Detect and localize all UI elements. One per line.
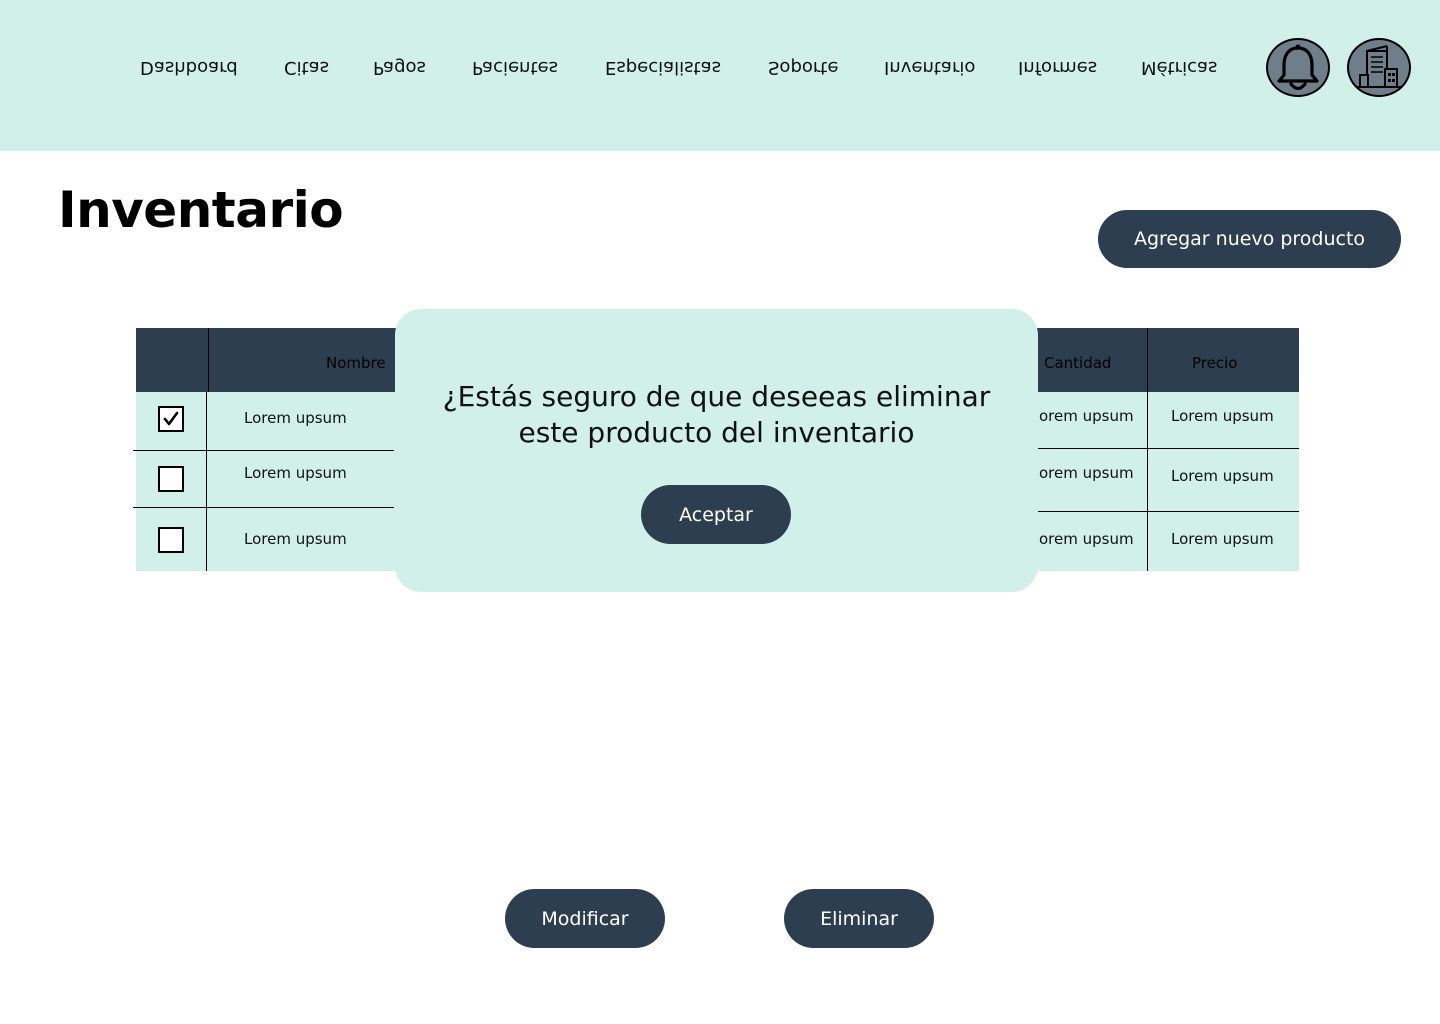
row-divider: [1038, 511, 1299, 512]
checkmark-icon: [163, 411, 179, 426]
cell-name: Lorem upsum: [244, 409, 347, 427]
row-checkbox[interactable]: [158, 527, 184, 553]
nav-item-citas[interactable]: Citas: [284, 57, 329, 78]
row-divider: [133, 507, 394, 508]
top-nav-bar: Dashboard Citas Pagos Pacientes Especial…: [0, 0, 1440, 151]
nav-item-metricas[interactable]: Métricas: [1141, 57, 1217, 78]
cell-price: Lorem upsum: [1171, 467, 1274, 485]
nav-item-dashboard[interactable]: Dashboard: [140, 57, 238, 78]
cell-name: Lorem upsum: [244, 530, 347, 548]
column-header-quantity[interactable]: Cantidad: [1044, 354, 1111, 372]
column-divider: [208, 328, 209, 392]
cell-name: Lorem upsum: [244, 464, 347, 482]
row-checkbox-checked[interactable]: [158, 406, 184, 432]
column-header-name[interactable]: Nombre: [326, 354, 386, 372]
row-divider: [133, 450, 394, 451]
dialog-message: ¿Estás seguro de que deseeas eliminar es…: [395, 379, 1038, 451]
cell-price: Lorem upsum: [1171, 530, 1274, 548]
nav-item-pacientes[interactable]: Pacientes: [472, 57, 558, 78]
notifications-button[interactable]: [1266, 38, 1330, 97]
nav-item-informes[interactable]: Informes: [1018, 57, 1097, 78]
dialog-message-line-2: este producto del inventario: [518, 416, 915, 449]
cell-quantity: orem upsum: [1039, 530, 1134, 548]
delete-button[interactable]: Eliminar: [784, 889, 934, 948]
cell-quantity: orem upsum: [1039, 407, 1134, 425]
dialog-message-line-1: ¿Estás seguro de que deseeas eliminar: [442, 380, 991, 413]
modify-button[interactable]: Modificar: [505, 889, 665, 948]
nav-item-soporte[interactable]: Soporte: [768, 57, 838, 78]
nav-item-inventario[interactable]: Inventario: [884, 57, 975, 78]
cell-price: Lorem upsum: [1171, 407, 1274, 425]
bell-icon: [1277, 44, 1319, 90]
column-divider: [1147, 328, 1148, 571]
nav-item-especialistas[interactable]: Especialistas: [605, 57, 721, 78]
column-divider: [206, 392, 207, 571]
row-checkbox[interactable]: [158, 466, 184, 492]
row-divider: [1038, 448, 1299, 449]
accept-button[interactable]: Aceptar: [641, 485, 791, 544]
page-title: Inventario: [58, 181, 344, 239]
building-icon: [1357, 44, 1401, 88]
column-header-price[interactable]: Precio: [1192, 354, 1237, 372]
nav-item-pagos[interactable]: Pagos: [373, 57, 426, 78]
organization-button[interactable]: [1347, 38, 1411, 97]
cell-quantity: orem upsum: [1039, 464, 1134, 482]
delete-confirmation-dialog: ¿Estás seguro de que deseeas eliminar es…: [395, 309, 1038, 592]
add-product-button[interactable]: Agregar nuevo producto: [1098, 210, 1401, 268]
